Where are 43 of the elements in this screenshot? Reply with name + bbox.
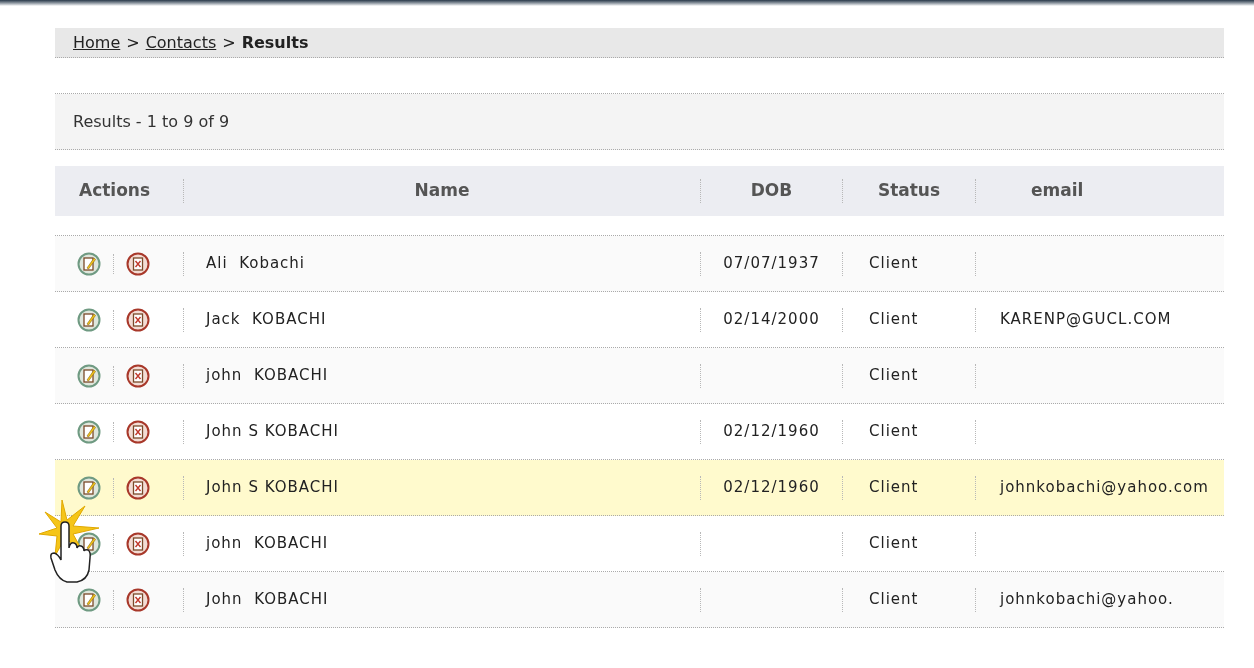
delete-icon[interactable]: [126, 251, 150, 276]
column-header: email: [1031, 179, 1084, 203]
breadcrumb-current: Results: [241, 31, 309, 54]
dob-cell-text: 07/07/1937: [723, 253, 820, 275]
breadcrumb-separator: >: [126, 31, 140, 54]
email-cell-text: KARENP@GUCL.COM: [1000, 309, 1172, 331]
dob-cell-text: 02/12/1960: [723, 477, 820, 499]
delete-icon[interactable]: [126, 475, 150, 500]
dob-cell-text: 02/14/2000: [723, 309, 820, 331]
dob-cell-text: 02/12/1960: [723, 421, 820, 443]
name-cell-text: john KOBACHI: [206, 365, 329, 387]
column-header: Actions: [79, 179, 151, 203]
table-row[interactable]: John KOBACHI Client johnkobachi@yahoo.: [55, 572, 1224, 628]
breadcrumb-link[interactable]: Home: [73, 30, 121, 55]
name-cell-text: john KOBACHI: [206, 533, 329, 555]
delete-icon[interactable]: [126, 531, 150, 556]
status-cell-text: Client: [869, 253, 919, 275]
table-row[interactable]: Ali Kobachi 07/07/1937 Client: [55, 236, 1224, 292]
breadcrumb-separator: >: [222, 31, 236, 54]
name-cell-text: John KOBACHI: [206, 589, 329, 611]
delete-icon[interactable]: [126, 363, 150, 388]
name-cell-text: Ali Kobachi: [206, 253, 306, 275]
column-header: DOB: [750, 179, 793, 203]
status-cell-text: Client: [869, 477, 919, 499]
name-cell-text: Jack KOBACHI: [206, 309, 327, 331]
results-summary: Results - 1 to 9 of 9: [73, 110, 230, 133]
edit-icon[interactable]: [77, 531, 101, 556]
breadcrumb-link[interactable]: Contacts: [145, 30, 217, 55]
status-cell-text: Client: [869, 365, 919, 387]
name-cell-text: John S KOBACHI: [206, 477, 339, 499]
column-header: Name: [414, 179, 470, 203]
status-cell-text: Client: [869, 589, 919, 611]
table-row[interactable]: john KOBACHI Client: [55, 348, 1224, 404]
delete-icon[interactable]: [126, 307, 150, 332]
delete-icon[interactable]: [126, 419, 150, 444]
status-cell-text: Client: [869, 421, 919, 443]
column-header: Status: [877, 179, 941, 203]
status-cell-text: Client: [869, 533, 919, 555]
delete-icon[interactable]: [126, 587, 150, 612]
name-cell-text: John S KOBACHI: [206, 421, 339, 443]
status-cell-text: Client: [869, 309, 919, 331]
email-cell-text: johnkobachi@yahoo.: [1000, 589, 1174, 611]
email-cell-text: johnkobachi@yahoo.com: [1000, 477, 1209, 499]
